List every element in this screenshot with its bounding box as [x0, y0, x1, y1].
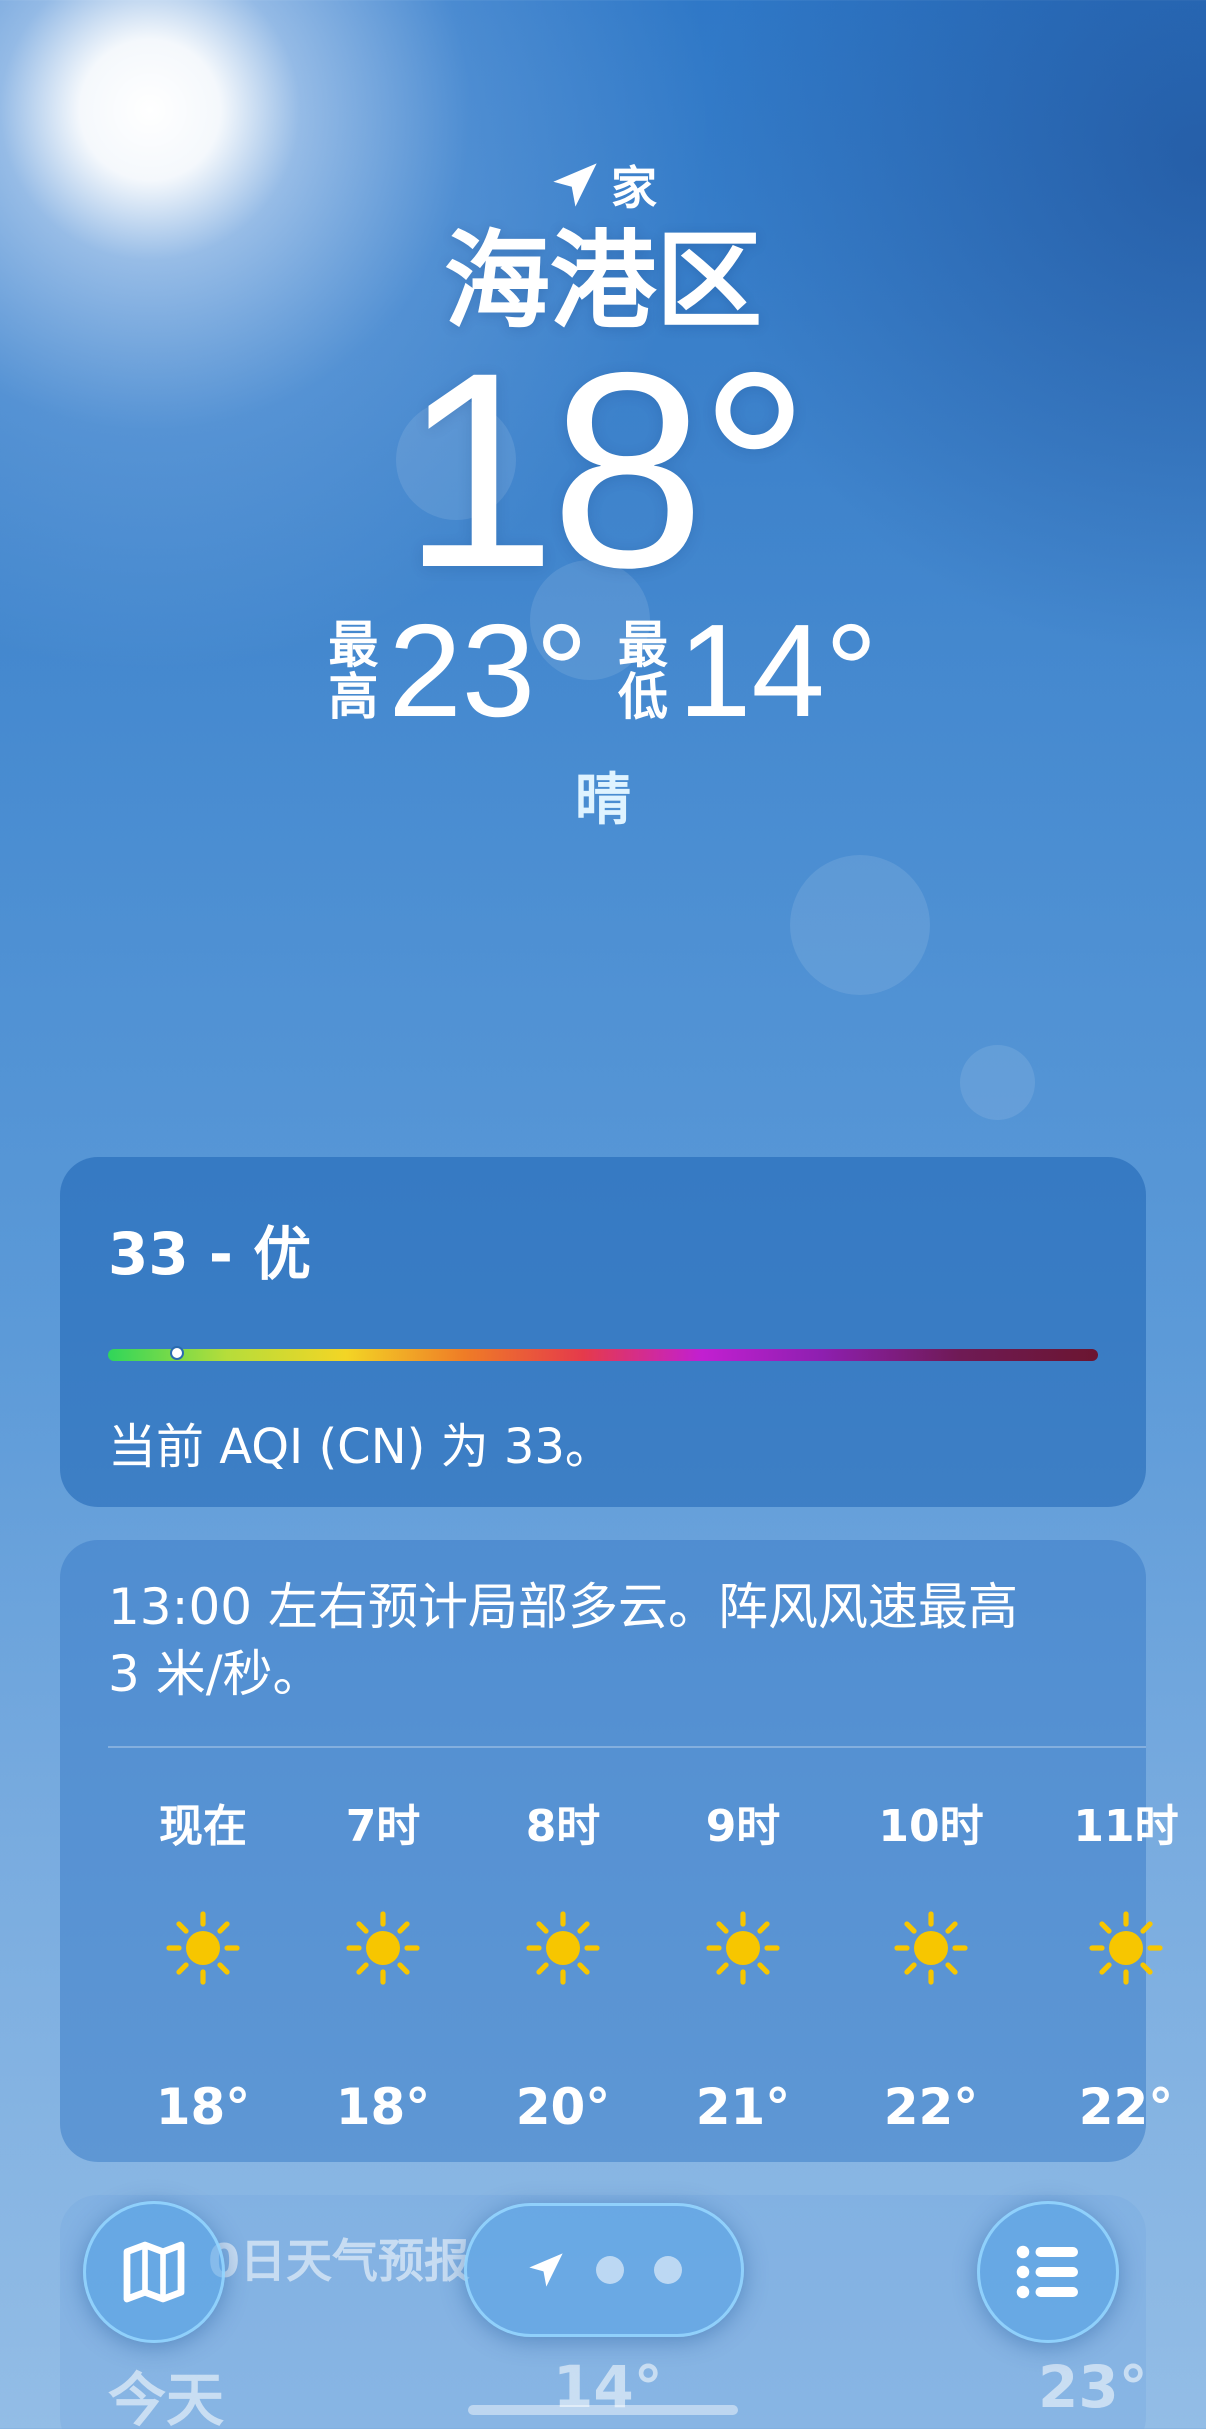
high-low-row: 最高 23° 最低 14° [0, 605, 1206, 737]
map-icon [123, 2241, 185, 2303]
lens-flare [960, 1045, 1035, 1120]
current-temperature: 18° [401, 314, 810, 626]
label-char: 最 [328, 615, 379, 674]
sun-icon [346, 1911, 420, 1985]
high-temp: 最高 23° [328, 605, 588, 737]
hour-temp: 22° [1078, 2078, 1174, 2136]
sun-icon [1089, 1911, 1163, 1985]
label-char: 低 [618, 668, 668, 727]
hour-temp: 22° [883, 2078, 979, 2136]
location-row: 家 [0, 150, 1206, 220]
city-list-button[interactable] [977, 2201, 1119, 2343]
hour-temp: 18° [335, 2078, 431, 2136]
hour-label: 11时 [1073, 1801, 1179, 1852]
sun-icon [166, 1911, 240, 1985]
aqi-gradient-bar [108, 1346, 1098, 1361]
day-label: 今天 [108, 2366, 225, 2429]
high-label: 最高 [328, 619, 378, 724]
hour-temp: 18° [155, 2078, 251, 2136]
air-quality-card[interactable]: 33 - 优 当前 AQI (CN) 为 33。 [60, 1157, 1146, 1507]
low-value: 14° [678, 597, 878, 745]
sun-icon [526, 1911, 600, 1985]
aqi-indicator [170, 1346, 185, 1360]
hourly-summary: 13:00 左右预计局部多云。阵风风速最高 3 米/秒。 [108, 1578, 1018, 1703]
page-indicator[interactable] [464, 2203, 744, 2337]
hour-temp: 20° [515, 2078, 611, 2136]
hour-label: 现在 [159, 1801, 247, 1852]
sun-icon [706, 1911, 780, 1985]
hour-label: 9时 [705, 1801, 781, 1852]
lens-flare [790, 855, 930, 995]
home-label: 家 [611, 161, 657, 215]
sun-icon [894, 1911, 968, 1985]
low-label: 最低 [618, 619, 668, 724]
current-weather-header: 家 海港区 18° 最高 23° 最低 14° 晴 [0, 150, 1206, 836]
map-button[interactable] [83, 2201, 225, 2343]
hour-label: 10时 [878, 1801, 984, 1852]
hour-label: 8时 [525, 1801, 601, 1852]
list-icon [1016, 2245, 1078, 2299]
low-temp: 最低 14° [618, 605, 878, 737]
aqi-description: 当前 AQI (CN) 为 33。 [108, 1419, 613, 1475]
page-dot[interactable] [654, 2256, 682, 2284]
label-char: 最 [618, 615, 668, 674]
hour-temp: 21° [695, 2078, 791, 2136]
home-indicator[interactable] [468, 2405, 738, 2415]
page-dot[interactable] [596, 2256, 624, 2284]
weather-condition: 晴 [575, 768, 631, 834]
location-arrow-icon [529, 2253, 563, 2287]
hourly-list[interactable]: 现在 18° 7时 18° 8时 20° 9时 21° 10时 22° 11时 22° [108, 1748, 1179, 2148]
hour-label: 7时 [345, 1801, 421, 1852]
hourly-forecast-card[interactable]: 13:00 左右预计局部多云。阵风风速最高 3 米/秒。 现在 18° 7时 18° 8… [60, 1540, 1179, 2162]
label-char: 高 [328, 668, 379, 727]
high-value: 23° [388, 597, 588, 745]
location-arrow-icon [553, 163, 597, 207]
aqi-title: 33 - 优 [108, 1220, 312, 1288]
day-high: 23° [1038, 2353, 1146, 2421]
high-label-text: 最高 [328, 619, 378, 724]
low-label-text: 最低 [618, 619, 668, 724]
